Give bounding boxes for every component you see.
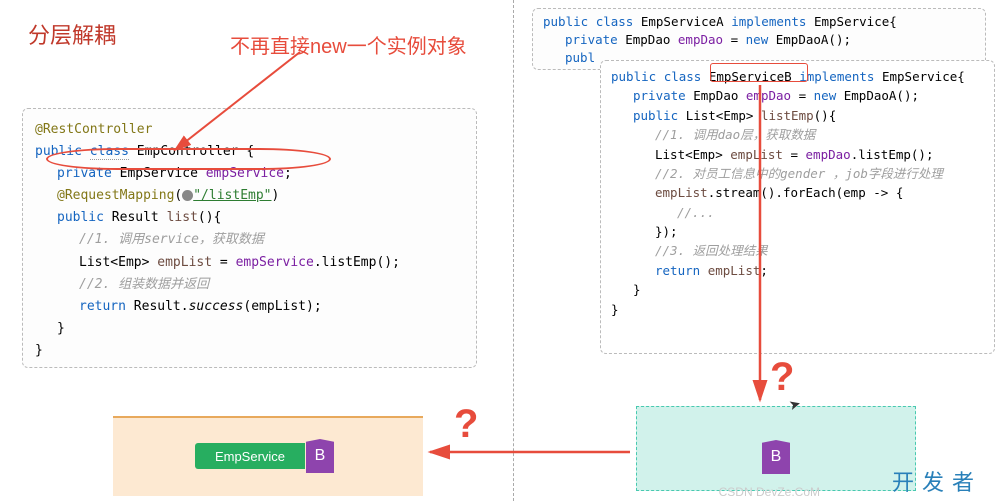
- comment: //2. 对员工信息中的gender ，job字段进行处理: [611, 164, 984, 183]
- kw: class: [664, 69, 702, 84]
- kw: public: [57, 210, 104, 225]
- var: empList: [708, 263, 761, 278]
- code: empService: [236, 255, 314, 270]
- kw: implements: [731, 14, 806, 29]
- code: =: [723, 32, 746, 47]
- code-box-controller: @RestController public class EmpControll…: [22, 108, 477, 368]
- sig: (){: [198, 210, 221, 225]
- brace: }: [35, 343, 43, 358]
- method-name: listEmp: [761, 108, 814, 123]
- type: EmpService: [882, 69, 957, 84]
- comment: //3. 返回处理结果: [611, 241, 984, 260]
- brace: }: [35, 318, 464, 340]
- annotation-note: 不再直接new一个实例对象: [230, 30, 467, 59]
- question-mark-left: ?: [454, 402, 478, 447]
- sig: (){: [814, 108, 837, 123]
- brace: {: [889, 14, 897, 29]
- annotation-restcontroller: @RestController: [35, 122, 152, 137]
- code: .listEmp();: [314, 255, 400, 270]
- ret-type: Result: [112, 210, 159, 225]
- watermark: CSDN DevZe.CoM: [719, 485, 820, 499]
- code: List<Emp>: [79, 255, 149, 270]
- bean-b-chip-left: B: [306, 439, 334, 473]
- bean-b-chip-right: B: [762, 440, 790, 474]
- kw: public: [543, 14, 588, 29]
- code: =: [783, 147, 806, 162]
- code: .listEmp();: [851, 147, 934, 162]
- code: =: [791, 88, 814, 103]
- footer-brand: 开发者: [892, 465, 982, 497]
- var: empDao: [746, 88, 791, 103]
- code-box-service-b: public class EmpServiceB implements EmpS…: [600, 60, 995, 354]
- kw: class: [596, 14, 634, 29]
- brace: {: [957, 69, 965, 84]
- highlight-empservice-field: [46, 148, 331, 170]
- kw: new: [746, 32, 769, 47]
- mapping-path: "/listEmp": [193, 188, 271, 203]
- empservice-chip: EmpService: [195, 443, 305, 469]
- kw: return: [79, 299, 134, 314]
- kw: public: [633, 108, 678, 123]
- kw: new: [814, 88, 837, 103]
- code: EmpDaoA();: [768, 32, 851, 47]
- kw: private: [633, 88, 686, 103]
- var: empList: [157, 255, 212, 270]
- code: .: [181, 299, 189, 314]
- globe-icon: [182, 190, 193, 201]
- type: EmpDao: [693, 88, 738, 103]
- var: empList: [730, 147, 783, 162]
- code: .stream().forEach(emp -> {: [708, 185, 904, 200]
- code: (empList);: [243, 299, 321, 314]
- comment: //1. 调用service，获取数据: [35, 229, 464, 251]
- code: ;: [760, 263, 768, 278]
- kw: implements: [799, 69, 874, 84]
- code: Result: [134, 299, 181, 314]
- kw: return: [655, 263, 708, 278]
- class-name: EmpServiceA: [641, 14, 724, 29]
- code: =: [212, 255, 235, 270]
- comment: //...: [611, 203, 984, 222]
- brace: }: [611, 280, 984, 299]
- type: EmpDao: [625, 32, 670, 47]
- kw: public: [611, 69, 656, 84]
- code: });: [611, 222, 984, 241]
- kw: publ: [565, 50, 595, 65]
- comment: //2. 组装数据并返回: [35, 274, 464, 296]
- question-mark-right: ?: [770, 355, 794, 400]
- code: success: [189, 299, 244, 314]
- page-title: 分层解耦: [28, 18, 116, 50]
- kw: private: [565, 32, 618, 47]
- ret-type: List<Emp>: [686, 108, 754, 123]
- highlight-empserviceb-name: [710, 63, 808, 82]
- var: empDao: [678, 32, 723, 47]
- annotation-requestmapping: @RequestMapping: [57, 188, 174, 203]
- var: empList: [655, 185, 708, 200]
- comment: //1. 调用dao层，获取数据: [611, 125, 984, 144]
- type: EmpService: [814, 14, 889, 29]
- code: EmpDaoA();: [836, 88, 919, 103]
- method-name: list: [167, 210, 198, 225]
- vertical-divider: [513, 0, 514, 501]
- brace: }: [611, 302, 619, 317]
- var: empDao: [806, 147, 851, 162]
- code: List<Emp>: [655, 147, 730, 162]
